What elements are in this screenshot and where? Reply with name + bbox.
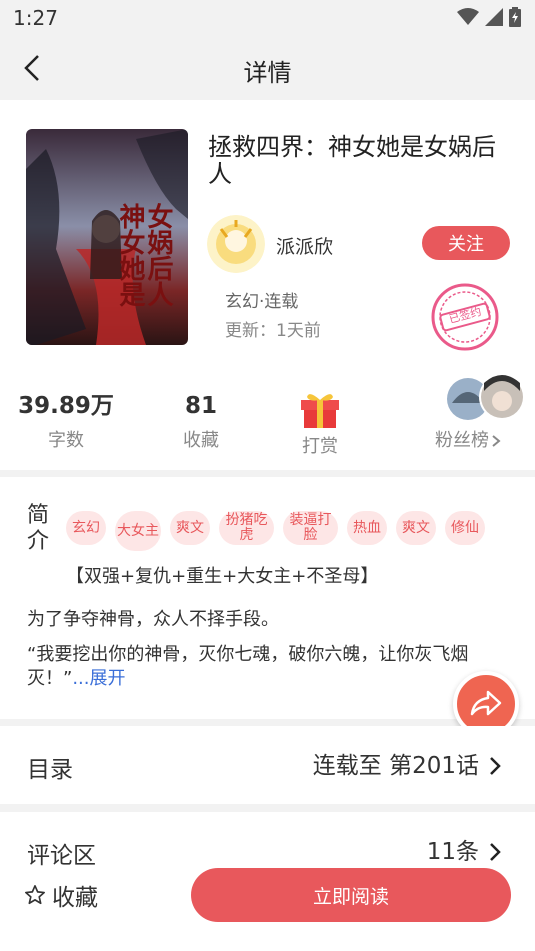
toc-status: 连载至 第201话 <box>312 753 479 779</box>
favorites-label: 收藏 <box>183 430 219 451</box>
stat-favorites: 81 收藏 <box>163 390 239 452</box>
signal-icon <box>485 8 503 26</box>
tip-label: 打赏 <box>302 436 338 457</box>
chevron-right-icon <box>492 435 501 447</box>
toc-row[interactable]: 目录 连载至 第201话 <box>0 726 535 804</box>
tag-item[interactable]: 大女主 <box>115 511 161 551</box>
battery-icon <box>509 7 521 27</box>
book-update-time: 更新：1天前 <box>225 321 321 341</box>
tag-item[interactable]: 修仙 <box>445 511 485 545</box>
book-genre-status: 玄幻·连载 <box>225 292 299 312</box>
cover-title-line-1: 女娲后人 <box>143 203 173 307</box>
share-icon <box>470 690 502 716</box>
toc-label: 目录 <box>27 757 73 783</box>
author-name[interactable]: 派派欣 <box>276 232 333 259</box>
read-now-button[interactable]: 立即阅读 <box>191 868 511 922</box>
expand-link[interactable]: ...展开 <box>72 668 125 689</box>
word-count-value: 39.89万 <box>18 393 114 419</box>
tag-item[interactable]: 爽文 <box>396 511 436 545</box>
intro-subtitle: 【双强+复仇+重生+大女主+不圣母】 <box>66 566 379 587</box>
nav-bar: 详情 <box>0 36 535 100</box>
cover-title-line-2: 神女她是 <box>115 203 145 307</box>
tag-item[interactable]: 爽文 <box>170 511 210 545</box>
favorites-value: 81 <box>184 393 217 419</box>
intro-paragraph: 为了争夺神骨，众人不择手段。 <box>27 609 279 630</box>
stat-fans-ranking[interactable]: 粉丝榜 <box>428 422 508 452</box>
follow-button[interactable]: 关注 <box>422 226 510 260</box>
fans-ranking-text: 粉丝榜 <box>435 430 489 451</box>
status-bar: 1:27 <box>0 0 535 36</box>
word-count-label: 字数 <box>48 430 84 451</box>
bottom-action-bar: 收藏 立即阅读 <box>0 862 535 951</box>
tag-item[interactable]: 装逼打脸 <box>283 511 338 545</box>
stat-tip[interactable]: 打赏 <box>282 390 358 458</box>
status-time: 1:27 <box>13 6 58 30</box>
book-cover[interactable]: 神女她是 女娲后人 <box>26 129 188 345</box>
fans-ranking-label: 粉丝榜 <box>428 426 508 452</box>
chevron-right-icon <box>490 757 501 775</box>
intro-card: 简介 玄幻 大女主 爽文 扮猪吃虎 装逼打脸 热血 爽文 修仙 【双强+复仇+重… <box>0 477 535 719</box>
tag-list: 玄幻 大女主 爽文 扮猪吃虎 装逼打脸 热血 爽文 修仙 <box>66 511 485 551</box>
chevron-right-icon <box>490 843 501 861</box>
signed-stamp: 已签约 <box>430 282 500 352</box>
intro-paragraph: “我要挖出你的神骨，灭你七魂，破你六魄，让你灰飞烟灭！”...展开 <box>27 643 497 691</box>
stat-word-count: 39.89万 字数 <box>18 390 114 452</box>
book-title: 拯救四界：神女她是女娲后人 <box>208 133 496 188</box>
gift-icon <box>299 390 341 428</box>
fans-avatars[interactable] <box>446 373 528 423</box>
tag-item[interactable]: 扮猪吃虎 <box>219 511 274 545</box>
intro-label: 简介 <box>27 503 50 554</box>
author-avatar[interactable] <box>207 215 265 273</box>
cover-title-text: 神女她是 女娲后人 <box>115 203 188 307</box>
page-title: 详情 <box>243 59 292 87</box>
comments-count: 11条 <box>426 839 479 865</box>
star-icon <box>25 885 45 905</box>
wifi-icon <box>457 8 479 25</box>
book-info-card: 神女她是 女娲后人 拯救四界：神女她是女娲后人 派派欣 关注 玄幻·连载 更新：… <box>0 100 535 470</box>
status-icons <box>457 6 521 28</box>
tag-item[interactable]: 热血 <box>347 511 387 545</box>
collect-button[interactable]: 收藏 <box>24 878 98 912</box>
tag-item[interactable]: 玄幻 <box>66 511 106 545</box>
collect-label: 收藏 <box>52 885 98 911</box>
